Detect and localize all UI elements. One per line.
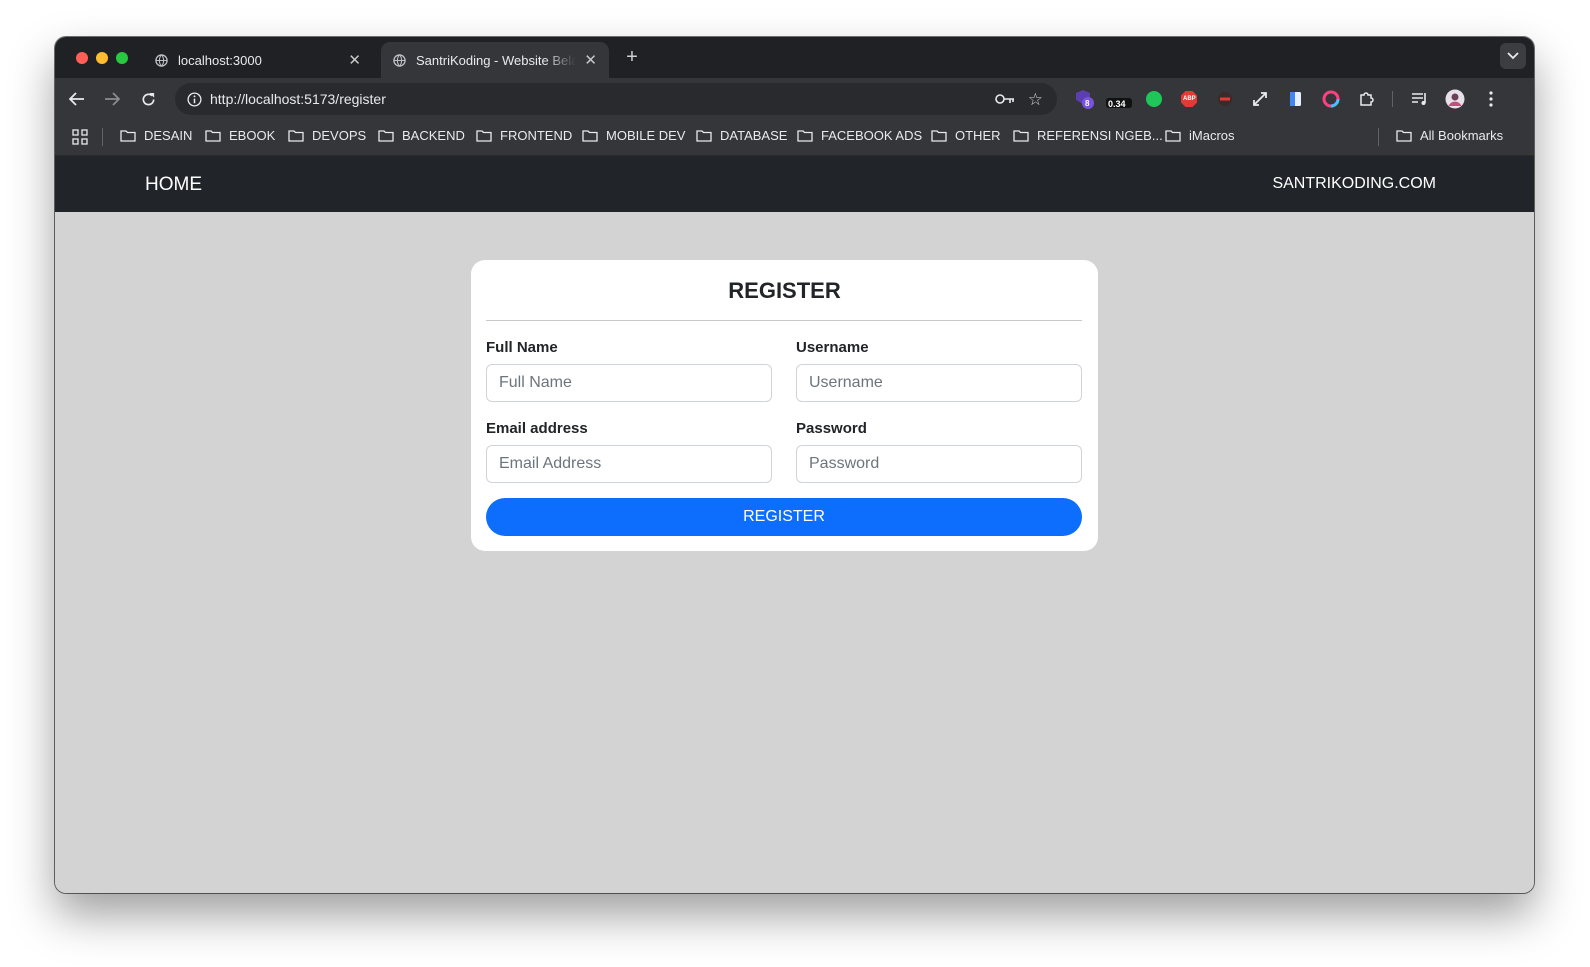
- globe-icon: [393, 53, 406, 67]
- folder-icon: [931, 130, 947, 142]
- password-label: Password: [796, 420, 867, 437]
- folder-icon: [582, 130, 598, 142]
- info-icon[interactable]: [187, 92, 202, 107]
- bookmark-folder-referensi[interactable]: REFERENSI NGEB...: [1013, 128, 1163, 143]
- apps-grid-icon[interactable]: [72, 129, 88, 145]
- username-input[interactable]: [796, 364, 1082, 402]
- site-navbar: HOME SANTRIKODING.COM: [55, 156, 1534, 212]
- folder-icon: [120, 130, 136, 142]
- folder-icon: [205, 130, 221, 142]
- folder-icon: [797, 130, 813, 142]
- password-group: Password: [796, 420, 1082, 483]
- bookmark-folder-frontend[interactable]: FRONTEND: [476, 128, 572, 143]
- tab-search-button[interactable]: [1500, 43, 1526, 69]
- globe-icon: [155, 53, 168, 67]
- expand-icon[interactable]: [1250, 89, 1270, 109]
- window-close-button[interactable]: [76, 52, 88, 64]
- folder-icon: [1165, 130, 1181, 142]
- folder-icon: [476, 130, 492, 142]
- bookmark-folder-devops[interactable]: DEVOPS: [288, 128, 366, 143]
- close-icon[interactable]: ✕: [348, 51, 361, 69]
- bookmark-folder-other[interactable]: OTHER: [931, 128, 1001, 143]
- green-status-icon[interactable]: [1144, 89, 1164, 109]
- divider: [486, 320, 1082, 321]
- kebab-menu-icon[interactable]: [1481, 89, 1501, 109]
- forward-arrow-icon[interactable]: [101, 88, 123, 110]
- media-icon[interactable]: [1410, 89, 1430, 109]
- tab-localhost[interactable]: localhost:3000 ✕: [143, 42, 373, 78]
- close-icon[interactable]: ✕: [584, 51, 597, 69]
- bookmark-folder-database[interactable]: DATABASE: [696, 128, 787, 143]
- page-content: HOME SANTRIKODING.COM REGISTER Full Name…: [55, 156, 1534, 893]
- color-picker-icon[interactable]: [1321, 89, 1341, 109]
- bookmark-separator: [1378, 128, 1379, 146]
- address-bar[interactable]: http://localhost:5173/register ☆: [175, 83, 1057, 115]
- folder-icon: [378, 130, 394, 142]
- register-card: REGISTER Full Name Username Email addres…: [471, 260, 1098, 551]
- profile-avatar[interactable]: [1445, 89, 1465, 109]
- username-group: Username: [796, 339, 1082, 402]
- browser-window: localhost:3000 ✕ SantriKoding - Website …: [55, 37, 1534, 893]
- plus-icon[interactable]: +: [620, 45, 644, 69]
- folder-icon: [696, 130, 712, 142]
- nav-brand-link[interactable]: SANTRIKODING.COM: [1272, 175, 1436, 193]
- password-input[interactable]: [796, 445, 1082, 483]
- mask-extension-icon[interactable]: [1215, 89, 1235, 109]
- full-name-group: Full Name: [486, 339, 772, 402]
- folder-icon: [1396, 130, 1412, 142]
- bookmarks-bar: DESAIN EBOOK DEVOPS BACKEND FRONTEND MOB…: [55, 118, 1534, 156]
- tab-title: localhost:3000: [178, 52, 262, 68]
- key-icon[interactable]: [995, 93, 1015, 105]
- bookmark-separator: [102, 128, 103, 146]
- bookmark-folder-desain[interactable]: DESAIN: [120, 128, 192, 143]
- browser-toolbar: http://localhost:5173/register ☆ 8 0.34 …: [55, 78, 1534, 118]
- tab-santrikoding[interactable]: SantriKoding - Website Belajar ✕: [381, 42, 609, 78]
- full-name-input[interactable]: [486, 364, 772, 402]
- bookmark-folder-mobile-dev[interactable]: MOBILE DEV: [582, 128, 685, 143]
- adblock-icon[interactable]: ABP: [1179, 89, 1199, 109]
- folder-icon: [1013, 130, 1029, 142]
- document-extension-icon[interactable]: [1286, 89, 1306, 109]
- bookmark-folder-facebook-ads[interactable]: FACEBOOK ADS: [797, 128, 922, 143]
- bookmark-folder-ebook[interactable]: EBOOK: [205, 128, 275, 143]
- email-group: Email address: [486, 420, 772, 483]
- register-button[interactable]: REGISTER: [486, 498, 1082, 536]
- register-title: REGISTER: [728, 278, 841, 303]
- adblock-label: ABP: [1183, 96, 1196, 102]
- window-maximize-button[interactable]: [116, 52, 128, 64]
- extension-value-text: 0.34: [1108, 99, 1126, 109]
- extension-badge-count: 8: [1085, 99, 1090, 108]
- email-label: Email address: [486, 420, 588, 437]
- extension-badge-icon[interactable]: 8: [1074, 89, 1094, 109]
- folder-icon: [288, 130, 304, 142]
- nav-home-link[interactable]: HOME: [145, 174, 202, 196]
- bookmark-folder-backend[interactable]: BACKEND: [378, 128, 465, 143]
- back-arrow-icon[interactable]: [66, 88, 88, 110]
- reload-icon[interactable]: [137, 88, 159, 110]
- username-label: Username: [796, 339, 869, 356]
- tab-strip: localhost:3000 ✕ SantriKoding - Website …: [55, 37, 1534, 78]
- window-minimize-button[interactable]: [96, 52, 108, 64]
- url-text: http://localhost:5173/register: [210, 91, 386, 107]
- all-bookmarks-folder[interactable]: All Bookmarks: [1396, 128, 1503, 143]
- tab-title: SantriKoding - Website Belajar: [416, 52, 577, 68]
- chevron-down-icon: [1507, 52, 1519, 60]
- bookmark-folder-imacros[interactable]: iMacros: [1165, 128, 1235, 143]
- full-name-label: Full Name: [486, 339, 558, 356]
- extension-value-icon[interactable]: 0.34: [1105, 89, 1133, 109]
- email-input[interactable]: [486, 445, 772, 483]
- puzzle-icon[interactable]: [1357, 89, 1377, 109]
- star-icon[interactable]: ☆: [1028, 90, 1043, 110]
- toolbar-separator: [1392, 91, 1393, 107]
